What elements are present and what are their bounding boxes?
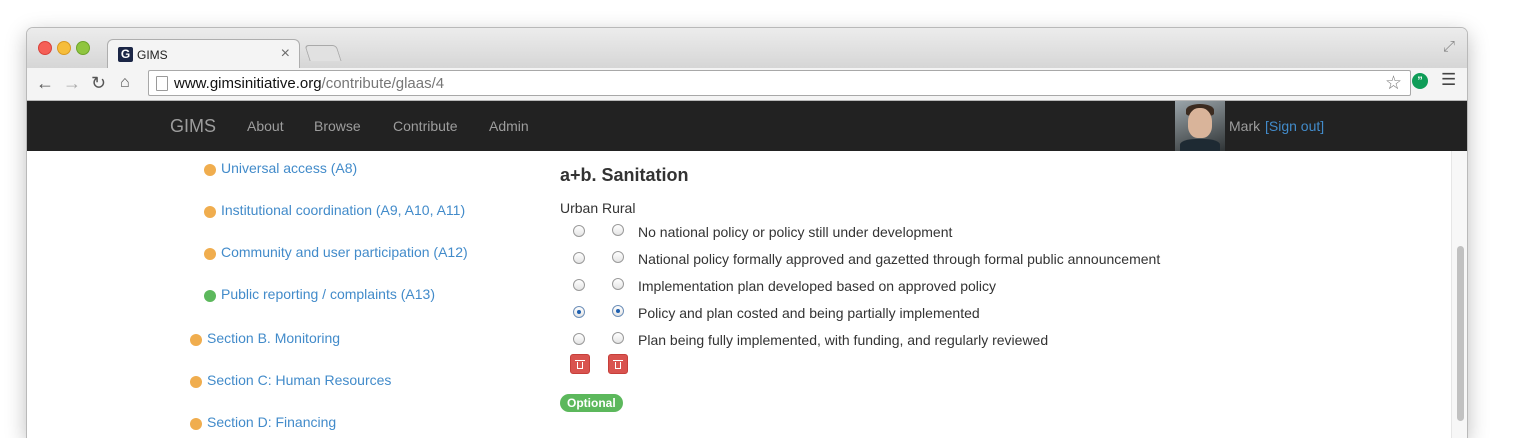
optional-badge: Optional (560, 394, 623, 412)
column-header-rural: Rural (602, 200, 636, 216)
sidebar-item-label: Section D: Financing (207, 414, 337, 430)
tab-title: GIMS (137, 48, 168, 62)
column-header-urban: Urban (560, 200, 599, 216)
status-dot-icon (190, 334, 202, 346)
fullscreen-icon[interactable]: ⤢ (1443, 38, 1455, 55)
option-label: No national policy or policy still under… (638, 224, 953, 240)
rural-radio[interactable] (612, 332, 624, 344)
menu-icon[interactable]: ☰ (1441, 70, 1456, 90)
rural-radio[interactable] (612, 305, 624, 317)
status-dot-icon (204, 290, 216, 302)
sign-out-link[interactable]: [Sign out] (1265, 118, 1324, 134)
close-window-button[interactable] (38, 41, 52, 55)
back-icon[interactable]: ← (36, 72, 54, 94)
new-tab-button[interactable] (304, 45, 342, 61)
sidebar-item-label: Community and user participation (A12) (221, 244, 468, 260)
avatar-shirt (1180, 139, 1220, 151)
rural-radio[interactable] (612, 251, 624, 263)
status-dot-icon (204, 206, 216, 218)
sidebar-item-section-c[interactable]: Section C: Human Resources (190, 372, 392, 388)
option-label: National policy formally approved and ga… (638, 251, 1161, 267)
option-label: Implementation plan developed based on a… (638, 278, 997, 294)
sidebar-item-label: Institutional coordination (A9, A10, A11… (221, 202, 466, 218)
brand-link[interactable]: GIMS (170, 116, 216, 137)
avatar[interactable] (1175, 101, 1225, 151)
nav-browse[interactable]: Browse (314, 118, 361, 134)
home-icon[interactable]: ⌂ (120, 72, 130, 94)
status-dot-icon (204, 248, 216, 260)
status-dot-icon (190, 376, 202, 388)
browser-tab[interactable]: G GIMS × (107, 39, 300, 69)
nav-admin[interactable]: Admin (489, 118, 529, 134)
option-label: Plan being fully implemented, with fundi… (638, 332, 1049, 348)
urban-radio[interactable] (573, 252, 585, 264)
nav-about[interactable]: About (247, 118, 284, 134)
url-text[interactable]: www.gimsinitiative.org/contribute/glaas/… (174, 75, 444, 92)
site-navbar: GIMS About Browse Contribute Admin Mark … (27, 101, 1467, 151)
sidebar-item-institutional-coordination[interactable]: Institutional coordination (A9, A10, A11… (204, 202, 466, 218)
sidebar-item-public-reporting[interactable]: Public reporting / complaints (A13) (204, 286, 435, 302)
rural-radio[interactable] (612, 278, 624, 290)
close-icon[interactable]: × (281, 45, 290, 63)
browser-toolbar: ← → ↻ ⌂ www.gimsinitiative.org/contribut… (27, 68, 1467, 101)
page-icon (156, 76, 168, 91)
scrollbar-thumb[interactable] (1457, 246, 1464, 421)
star-icon[interactable]: ☆ (1385, 72, 1402, 95)
browser-window: G GIMS × ⤢ ← → ↻ ⌂ www.gimsinitiative.or… (27, 28, 1467, 438)
favicon-icon: G (118, 47, 133, 62)
page-scrollbar[interactable] (1451, 151, 1467, 438)
sidebar-item-label: Universal access (A8) (221, 160, 358, 176)
sidebar-item-universal-access[interactable]: Universal access (A8) (204, 160, 358, 176)
url-host: www.gimsinitiative.org (174, 75, 322, 92)
urban-radio[interactable] (573, 279, 585, 291)
delete-rural-answer-button[interactable] (608, 354, 628, 374)
zoom-window-button[interactable] (76, 41, 90, 55)
delete-urban-answer-button[interactable] (570, 354, 590, 374)
sidebar-item-label: Public reporting / complaints (A13) (221, 286, 435, 302)
minimize-window-button[interactable] (57, 41, 71, 55)
url-path: /contribute/glaas/4 (321, 75, 445, 92)
urban-radio[interactable] (573, 306, 585, 318)
sidebar-item-label: Section B. Monitoring (207, 330, 341, 346)
sidebar-item-label: Section C: Human Resources (207, 372, 392, 388)
urban-radio[interactable] (573, 225, 585, 237)
rural-radio[interactable] (612, 224, 624, 236)
option-label: Policy and plan costed and being partial… (638, 305, 980, 321)
sidebar-item-section-b[interactable]: Section B. Monitoring (190, 330, 341, 346)
status-dot-icon (190, 418, 202, 430)
reload-icon[interactable]: ↻ (91, 72, 106, 94)
title-bar: G GIMS × ⤢ (27, 28, 1467, 69)
trash-icon (613, 360, 623, 369)
sidebar-item-community-participation[interactable]: Community and user participation (A12) (204, 244, 468, 260)
page-content: Universal access (A8) Institutional coor… (27, 151, 1451, 438)
nav-contribute[interactable]: Contribute (393, 118, 458, 134)
question-title: a+b. Sanitation (560, 165, 689, 185)
forward-icon[interactable]: → (63, 72, 81, 94)
user-name: Mark (1229, 118, 1261, 134)
avatar-face (1188, 108, 1212, 138)
trash-icon (575, 360, 585, 369)
address-bar[interactable]: www.gimsinitiative.org/contribute/glaas/… (148, 70, 1411, 96)
sidebar-item-section-d[interactable]: Section D: Financing (190, 414, 337, 430)
urban-radio[interactable] (573, 333, 585, 345)
hangouts-icon[interactable]: ” (1412, 73, 1428, 89)
status-dot-icon (204, 164, 216, 176)
